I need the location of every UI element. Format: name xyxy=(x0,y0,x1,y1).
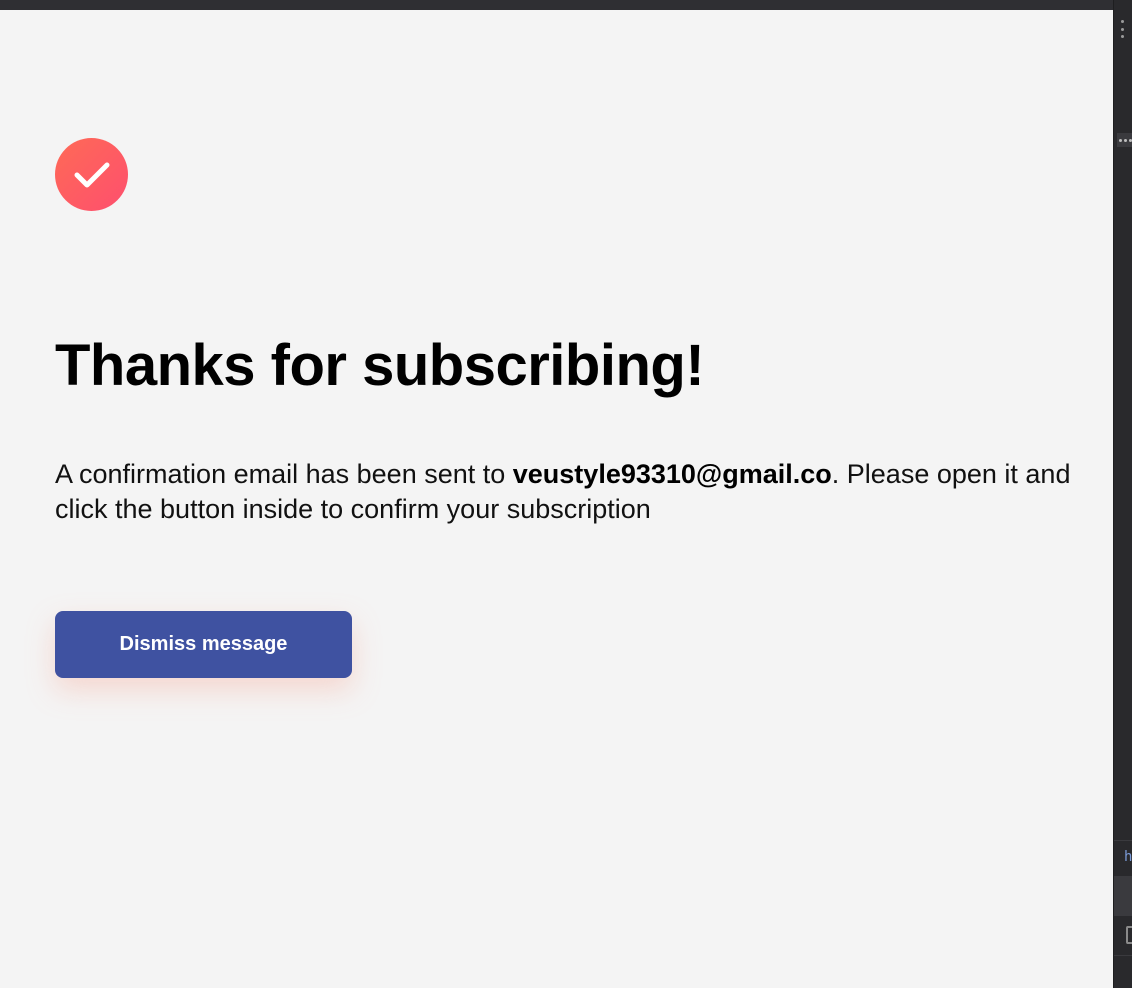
horizontal-more-icon[interactable] xyxy=(1117,133,1132,147)
page-title: Thanks for subscribing! xyxy=(55,333,705,398)
subscription-confirmation-panel: Thanks for subscribing! A confirmation e… xyxy=(0,10,1113,988)
devtools-code-panel: h xyxy=(1114,840,1132,876)
success-badge xyxy=(55,138,128,211)
dismiss-message-button[interactable]: Dismiss message xyxy=(55,611,352,678)
devtools-toolbar xyxy=(1114,876,1132,916)
vertical-more-icon[interactable] xyxy=(1121,20,1125,38)
confirmation-message: A confirmation email has been sent to ve… xyxy=(55,457,1085,527)
device-icon xyxy=(1126,926,1132,944)
devtools-side-panel: h xyxy=(1113,0,1132,988)
devtools-code-text: h xyxy=(1124,849,1132,865)
browser-top-bar xyxy=(0,0,1132,10)
email-address: veustyle93310@gmail.co xyxy=(512,459,832,489)
message-text-before: A confirmation email has been sent to xyxy=(55,459,513,489)
devtools-device-toggle[interactable] xyxy=(1114,916,1132,956)
check-icon xyxy=(74,162,109,187)
